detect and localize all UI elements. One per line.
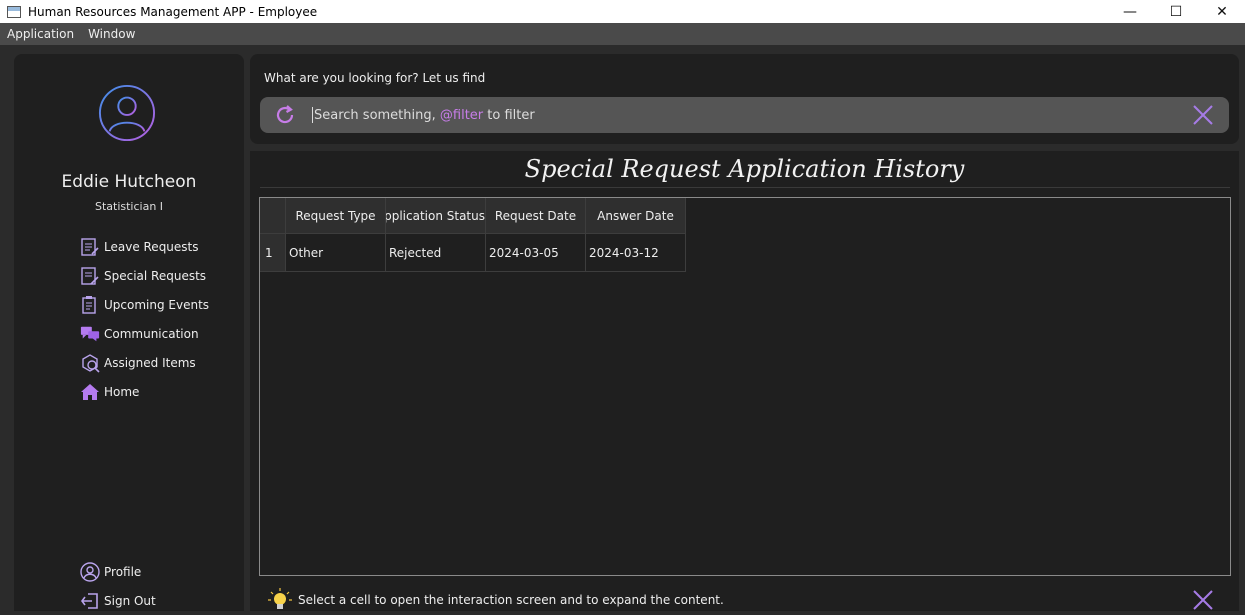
table-corner[interactable] — [260, 198, 286, 234]
clear-search-icon[interactable] — [1192, 104, 1214, 126]
maximize-button[interactable]: ☐ — [1153, 0, 1199, 23]
close-status-icon[interactable] — [1192, 589, 1214, 611]
sign-out-icon — [81, 592, 98, 609]
special-requests-icon — [81, 266, 99, 285]
table-cell[interactable]: Rejected — [385, 233, 486, 272]
search-panel: What are you looking for? Let us find Se… — [250, 54, 1239, 144]
column-header-request-type[interactable]: Request Type — [285, 198, 386, 234]
window-title: Human Resources Management APP - Employe… — [28, 4, 318, 19]
page-title: Special Request Application History — [524, 155, 965, 183]
sidebar-item-label: Assigned Items — [104, 355, 196, 370]
sidebar-item-communication[interactable]: Communication — [80, 319, 209, 348]
sidebar-item-home[interactable]: Home — [80, 377, 209, 406]
app-icon — [7, 5, 21, 18]
status-bar: Select a cell to open the interaction sc… — [268, 588, 724, 612]
sidebar-item-label: Leave Requests — [104, 239, 199, 254]
home-icon — [81, 383, 99, 400]
minimize-button[interactable]: — — [1107, 0, 1153, 23]
row-number[interactable]: 1 — [260, 233, 286, 272]
sidebar-item-label: Upcoming Events — [104, 297, 210, 312]
history-table-frame: Request Type Application Status Request … — [259, 197, 1231, 576]
user-role: Statistician I — [94, 200, 164, 213]
lightbulb-icon — [268, 588, 292, 609]
history-table: Request Type Application Status Request … — [260, 198, 686, 272]
status-text: Select a cell to open the interaction sc… — [298, 593, 724, 607]
assigned-items-icon — [82, 353, 100, 373]
sidebar-item-label: Communication — [104, 326, 199, 341]
upcoming-events-icon — [82, 295, 96, 314]
sidebar-item-profile[interactable]: Profile — [80, 557, 156, 586]
sidebar-item-special-requests[interactable]: Special Requests — [80, 261, 209, 290]
profile-icon — [80, 561, 100, 582]
sidebar-bottom-nav: Profile Sign Out — [80, 557, 156, 615]
sidebar-item-upcoming-events[interactable]: Upcoming Events — [80, 290, 209, 319]
refresh-icon[interactable] — [274, 104, 296, 126]
menu-bar: Application Window — [0, 23, 1245, 45]
search-input[interactable] — [312, 103, 1176, 129]
column-header-application-status[interactable]: Application Status — [385, 198, 486, 234]
sidebar-item-label: Special Requests — [104, 268, 207, 283]
communication-icon — [80, 326, 100, 341]
menu-application[interactable]: Application — [0, 27, 81, 41]
title-divider — [260, 187, 1230, 188]
title-bar: Human Resources Management APP - Employe… — [0, 0, 1245, 23]
sidebar-item-label: Profile — [104, 564, 142, 579]
column-header-request-date[interactable]: Request Date — [485, 198, 586, 234]
table-cell[interactable]: 2024-03-05 — [485, 233, 586, 272]
sidebar-item-label: Sign Out — [104, 593, 156, 608]
close-window-button[interactable]: ✕ — [1199, 0, 1245, 23]
user-avatar-icon — [98, 84, 156, 142]
sidebar: Eddie Hutcheon Statistician I Leave Requ… — [14, 54, 244, 611]
sidebar-nav: Leave Requests Special Requests Upcoming… — [80, 232, 209, 406]
menu-window[interactable]: Window — [81, 27, 142, 41]
table-header-row: Request Type Application Status Request … — [260, 198, 686, 234]
column-header-answer-date[interactable]: Answer Date — [585, 198, 686, 234]
search-bar: Search something, @filter to filter — [260, 97, 1229, 133]
leave-requests-icon — [81, 237, 99, 256]
user-name: Eddie Hutcheon — [61, 172, 197, 192]
table-cell[interactable]: Other — [285, 233, 386, 272]
sidebar-item-assigned-items[interactable]: Assigned Items — [80, 348, 209, 377]
sidebar-item-leave-requests[interactable]: Leave Requests — [80, 232, 209, 261]
search-heading: What are you looking for? Let us find — [264, 71, 486, 85]
table-row[interactable]: 1 Other Rejected 2024-03-05 2024-03-12 — [260, 233, 686, 272]
sidebar-item-label: Home — [104, 384, 140, 399]
text-caret — [312, 107, 313, 123]
table-cell[interactable]: 2024-03-12 — [585, 233, 686, 272]
main-content: Special Request Application History Requ… — [250, 151, 1239, 611]
